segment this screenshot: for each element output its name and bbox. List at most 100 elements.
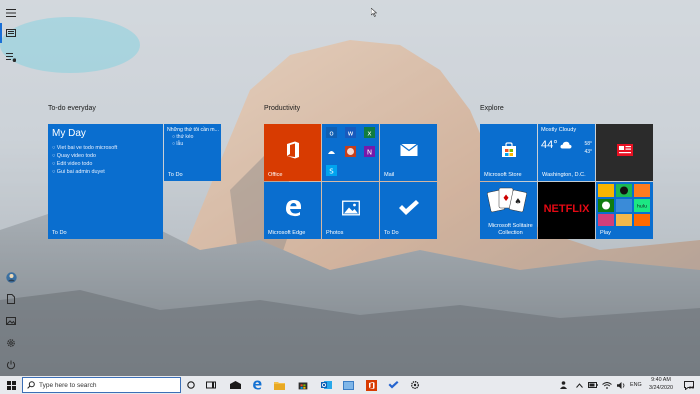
taskbar-edge-app[interactable]	[246, 376, 268, 394]
folder-icon	[273, 381, 285, 390]
group-title-productivity: Productivity	[264, 105, 301, 112]
all-apps-icon[interactable]	[2, 48, 20, 66]
pinned-tiles-icon[interactable]	[2, 24, 20, 42]
tile-label: Microsoft Solitaire Collection	[488, 223, 533, 236]
taskbar-outlook-app[interactable]	[315, 376, 337, 394]
tile-label: To Do	[384, 229, 399, 236]
store-bag-icon	[501, 142, 516, 158]
tray-person-icon[interactable]	[556, 376, 570, 394]
cloud-icon	[560, 141, 572, 149]
search-icon	[27, 381, 35, 389]
battery-icon[interactable]	[586, 376, 600, 394]
show-hidden-icons-button[interactable]	[572, 376, 586, 394]
tile-microsoft-edge[interactable]: Microsoft Edge	[264, 182, 321, 239]
svg-text:N: N	[367, 149, 372, 157]
taskbar-settings-app[interactable]	[404, 376, 426, 394]
taskbar: Type here to search ENG 9:40 AM 3/24/202…	[0, 376, 700, 394]
taskbar-office-app[interactable]	[360, 376, 382, 394]
tile-label: Photos	[326, 229, 344, 236]
my-day-title: My Day	[52, 128, 86, 139]
clock-time: 9:40 AM	[651, 377, 671, 383]
tile-mail[interactable]: Mail	[380, 124, 437, 181]
office-apps-icon: o w x N S	[326, 127, 375, 176]
tile-office[interactable]: Office	[264, 124, 321, 181]
taskbar-mail-app[interactable]	[224, 376, 246, 394]
group-title-explore: Explore	[480, 105, 504, 112]
taskbar-store-app[interactable]	[292, 376, 314, 394]
outlook-icon	[320, 381, 332, 389]
news-icon	[616, 144, 633, 157]
weather-condition: Mostly Cloudy	[541, 127, 577, 133]
group-title-todo: To-do everyday	[48, 105, 96, 112]
settings-icon[interactable]	[2, 334, 20, 352]
weather-high: 58°	[584, 141, 592, 147]
input-language[interactable]: ENG	[630, 376, 642, 394]
tile-solitaire[interactable]: ♦ ♠ Microsoft Solitaire Collection	[480, 182, 537, 239]
taskbar-search-box[interactable]: Type here to search	[22, 377, 181, 393]
user-avatar[interactable]	[2, 268, 20, 286]
clock-date: 3/24/2020	[649, 384, 673, 391]
action-center-button[interactable]: 20	[680, 376, 698, 394]
cards-icon: ♦ ♠	[487, 187, 527, 213]
wifi-icon[interactable]	[600, 376, 614, 394]
pictures-icon[interactable]	[2, 312, 20, 330]
task-view-icon	[206, 381, 216, 389]
my-day-task-list: Viet bai ve todo microsoft Quay video to…	[52, 144, 117, 176]
list-item: thứ kéo	[172, 134, 193, 141]
svg-text:♠: ♠	[514, 197, 521, 206]
weather-low: 43°	[584, 149, 592, 155]
start-button[interactable]	[0, 376, 22, 394]
power-icon[interactable]	[2, 356, 20, 374]
office-logo-icon	[365, 379, 377, 391]
taskbar-todo-app[interactable]	[382, 376, 404, 394]
taskbar-photos-app[interactable]	[337, 376, 359, 394]
list-item: Quay video todo	[52, 152, 117, 160]
tile-photos[interactable]: Photos	[322, 182, 379, 239]
expand-menu-icon[interactable]	[2, 4, 20, 22]
tile-news[interactable]	[596, 124, 653, 181]
mail-icon	[399, 143, 418, 157]
tile-label: Microsoft Store	[484, 171, 522, 178]
search-placeholder: Type here to search	[39, 381, 97, 389]
taskbar-clock[interactable]: 9:40 AM 3/24/2020	[644, 377, 678, 392]
svg-text:o: o	[329, 130, 333, 138]
notification-count: 20	[689, 385, 695, 390]
tile-todo-list[interactable]: Những thứ tôi cần m... thứ kéo lẫu To Do	[164, 124, 221, 181]
photos-icon	[342, 380, 354, 390]
tile-label: Play	[600, 229, 611, 236]
tile-office-apps-folder[interactable]: o w x N S	[322, 124, 379, 181]
tile-label: To Do	[52, 229, 67, 236]
windows-logo-icon	[6, 380, 16, 390]
volume-icon[interactable]	[614, 376, 628, 394]
task-view-button[interactable]	[200, 376, 222, 394]
weather-city: Washington, D.C.	[542, 171, 586, 178]
tile-todo-my-day[interactable]: My Day Viet bai ve todo microsoft Quay v…	[48, 124, 163, 239]
svg-text:♦: ♦	[502, 194, 510, 204]
tile-play-folder[interactable]: hulu Play	[596, 182, 653, 239]
list-item: Viet bai ve todo microsoft	[52, 144, 117, 152]
gear-icon	[411, 381, 419, 389]
tile-to-do[interactable]: To Do	[380, 182, 437, 239]
edge-logo-icon	[285, 200, 301, 217]
documents-icon[interactable]	[2, 290, 20, 308]
svg-text:w: w	[348, 130, 354, 138]
tile-weather[interactable]: Mostly Cloudy 44° 58° 43° Washington, D.…	[538, 124, 595, 181]
tile-microsoft-store[interactable]: Microsoft Store	[480, 124, 537, 181]
list-item: lẫu	[172, 141, 193, 148]
weather-high-low: 58° 43°	[579, 140, 592, 156]
edge-logo-icon	[253, 380, 262, 390]
mail-icon	[229, 381, 241, 389]
play-apps-icon: hulu	[598, 184, 650, 226]
office-logo-icon	[286, 141, 299, 159]
tile-netflix[interactable]: NETFLIX	[538, 182, 595, 239]
cortana-button[interactable]	[180, 376, 202, 394]
tile-label: Microsoft Edge	[268, 229, 306, 236]
svg-text:x: x	[367, 130, 371, 138]
list-item: Gui bai admin duyet	[52, 168, 117, 176]
mouse-cursor-icon	[371, 8, 377, 17]
todo-check-icon	[388, 381, 398, 389]
taskbar-file-explorer-app[interactable]	[268, 376, 290, 394]
todo-list-items: thứ kéo lẫu	[172, 134, 193, 147]
svg-text:hulu: hulu	[637, 204, 647, 210]
store-bag-icon	[298, 382, 308, 390]
